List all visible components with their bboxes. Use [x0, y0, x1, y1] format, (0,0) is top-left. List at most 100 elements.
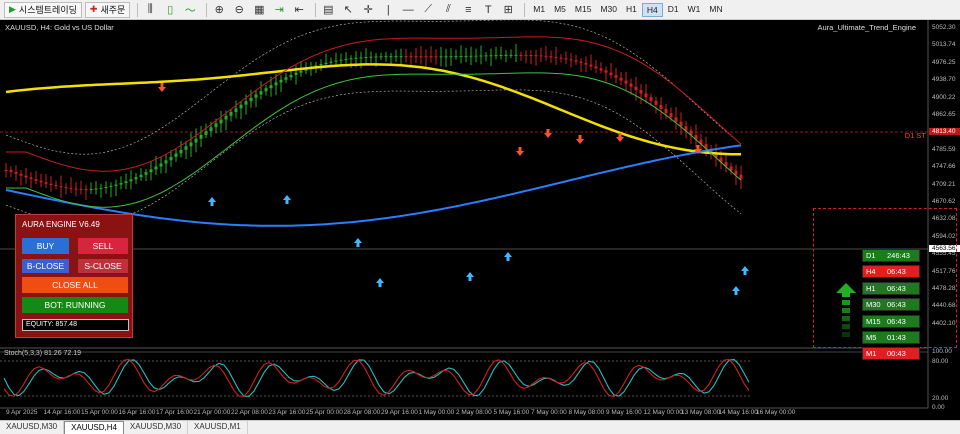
timeframe-h1[interactable]: H1 — [622, 3, 641, 17]
new-order-button[interactable]: ✚ 새주문 — [84, 1, 131, 18]
chart-area[interactable]: XAUUSD, H4: Gold vs US Dollar Aura_Ultim… — [0, 20, 960, 420]
candle-body — [124, 181, 128, 184]
candle-body — [589, 64, 593, 67]
zoom-out-icon[interactable]: ⊖ — [231, 2, 247, 18]
chart-tab[interactable]: XAUUSD,M1 — [188, 421, 248, 434]
chart-shift-icon[interactable]: ⇤ — [291, 2, 307, 18]
toolbar-divider — [206, 2, 208, 17]
timeframe-h4[interactable]: H4 — [641, 2, 663, 17]
chart-tab[interactable]: XAUUSD,H4 — [64, 421, 124, 434]
buy-signal-arrow — [208, 197, 216, 206]
date-tick-label: 16 May 00:00 — [756, 409, 796, 416]
candle-body — [394, 56, 398, 58]
candle-body — [54, 185, 58, 187]
timeframe-w1[interactable]: W1 — [684, 3, 705, 17]
price-tick-label: 4785.59 — [932, 145, 956, 153]
buy-close-button[interactable]: B-CLOSE — [22, 259, 69, 273]
candle-body — [564, 58, 568, 60]
timeframe-mn[interactable]: MN — [705, 3, 726, 17]
candle-body — [529, 55, 533, 57]
candle-body — [649, 97, 653, 101]
buy-signal-arrow — [504, 252, 512, 261]
candle-body — [284, 77, 288, 80]
cursor-icon[interactable]: ↖ — [340, 2, 356, 18]
price-tick-label: 4862.65 — [932, 111, 956, 118]
candle-body — [4, 170, 8, 171]
price-tick-label: 5013.74 — [932, 41, 956, 49]
buy-button[interactable]: BUY — [22, 238, 69, 254]
date-tick-label: 17 Apr 16:00 — [156, 409, 193, 416]
candle-body — [739, 174, 743, 179]
text-icon[interactable]: T — [480, 2, 496, 18]
timeframe-d1[interactable]: D1 — [664, 3, 683, 17]
timeframe-row-m5: M5 01:43 — [862, 331, 920, 344]
timeframe-m15[interactable]: M15 — [571, 3, 596, 17]
line-chart-icon[interactable]: 〜 — [182, 2, 198, 18]
trendline-icon[interactable]: ⟋ — [420, 2, 436, 18]
sell-close-button[interactable]: S-CLOSE — [78, 259, 128, 273]
candle-body — [444, 56, 448, 58]
templates-icon[interactable]: ▤ — [320, 2, 336, 18]
candle-body — [609, 72, 613, 76]
zoom-in-icon[interactable]: ⊕ — [211, 2, 227, 18]
candle-body — [89, 188, 93, 190]
candle-body — [109, 185, 113, 188]
timeframe-m1[interactable]: M1 — [529, 3, 549, 17]
candle-body — [434, 56, 438, 58]
candle-body — [514, 54, 518, 56]
candle-body — [84, 189, 88, 191]
toolbar-divider — [315, 2, 317, 17]
candle-body — [424, 56, 428, 58]
horizontal-line-icon[interactable]: — — [400, 2, 416, 18]
bar-chart-icon[interactable]: ⫼ — [142, 2, 158, 18]
d1-price-tag: 4813.40 — [929, 128, 960, 135]
close-all-button[interactable]: CLOSE ALL — [22, 277, 128, 293]
grid-icon[interactable]: ▦ — [251, 2, 267, 18]
candle-body — [209, 127, 213, 132]
candle-body — [409, 56, 413, 58]
candle-body — [234, 108, 238, 112]
bot-status-button[interactable]: BOT: RUNNING — [22, 297, 128, 313]
candle-body — [44, 182, 48, 184]
candle-body — [574, 60, 578, 62]
candle-body — [504, 54, 508, 56]
timeframe-m30[interactable]: M30 — [596, 3, 621, 17]
channel-icon[interactable]: ⫽ — [440, 2, 456, 18]
candle-body — [539, 55, 543, 57]
new-order-label: 새주문 — [100, 5, 126, 15]
chart-tab[interactable]: XAUUSD,M30 — [0, 421, 65, 434]
buy-signal-arrow — [283, 195, 291, 204]
candle-body — [604, 70, 608, 73]
vertical-line-icon[interactable]: | — [380, 2, 396, 18]
candlestick-icon[interactable]: ▯ — [162, 2, 178, 18]
candle-body — [164, 160, 168, 164]
timeframe-row-h1: H1 06:43 — [862, 281, 920, 295]
sell-button[interactable]: SELL — [78, 238, 128, 254]
chart-tabs: XAUUSD,M30 XAUUSD,H4 XAUUSD,M30 XAUUSD,M1 — [0, 420, 960, 434]
crosshair-icon[interactable]: ✛ — [360, 2, 376, 18]
price-tick-label: 4747.66 — [932, 163, 956, 171]
chart-tab[interactable]: XAUUSD,M30 — [124, 421, 189, 434]
shapes-icon[interactable]: ⊞ — [500, 2, 516, 18]
candle-body — [534, 55, 538, 57]
candle-body — [154, 166, 158, 170]
stochastic-tick-label: 20.00 — [932, 395, 949, 402]
stochastic-main-line — [3, 358, 750, 397]
candle-body — [449, 56, 453, 58]
timeframe-m5[interactable]: M5 — [550, 3, 570, 17]
candle-body — [184, 146, 188, 150]
candle-body — [484, 55, 488, 57]
candle-body — [624, 80, 628, 84]
timeframe-status-box: D1 246:43 H4 06:43 H1 06:43 M30 06:43 M15 06:43 M5… — [813, 208, 957, 361]
autoscroll-icon[interactable]: ⇥ — [271, 2, 287, 18]
fibonacci-icon[interactable]: ≡ — [460, 2, 476, 18]
candle-body — [269, 85, 273, 89]
algo-trading-button[interactable]: ▶ 시스템트레이딩 — [4, 1, 82, 18]
candle-body — [359, 57, 363, 59]
candle-body — [74, 188, 78, 190]
price-tick-label: 4976.25 — [932, 58, 956, 66]
panel-title: AURA ENGINE V6.49 — [22, 220, 100, 229]
candle-body — [544, 55, 548, 57]
toolbar: ▶ 시스템트레이딩 ✚ 새주문 ⫼ ▯ 〜 ⊕ ⊖ ▦ ⇥ ⇤ ▤ ↖ ✛ | — … — [0, 0, 960, 20]
candle-body — [139, 174, 143, 178]
